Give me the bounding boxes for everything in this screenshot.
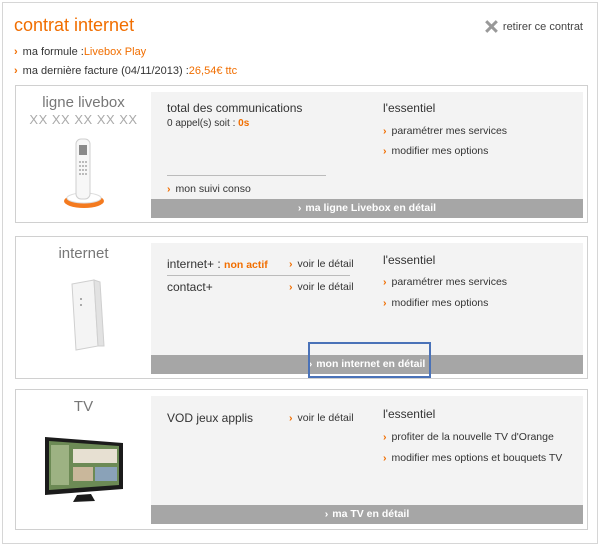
tv-detail-button[interactable]: › ma TV en détail <box>151 505 583 524</box>
chevron-right-icon: › <box>289 258 293 270</box>
tv-detail-label: ma TV en détail <box>332 508 410 520</box>
card-tv-name: TV <box>73 398 94 415</box>
livebox-detail-label: ma ligne Livebox en détail <box>305 202 437 214</box>
essentiel-heading: l'essentiel <box>383 407 436 421</box>
chevron-right-icon: › <box>383 431 387 443</box>
card-livebox-left: ligne livebox XX XX XX XX XX <box>16 86 151 222</box>
contract-container: contrat internet retirer ce contrat › ma … <box>2 2 598 544</box>
livebox-detail-button[interactable]: › ma ligne Livebox en détail <box>151 199 583 218</box>
new-tv-link[interactable]: › profiter de la nouvelle TV d'Orange <box>383 431 554 443</box>
parametrer-services-link[interactable]: › paramétrer mes services <box>383 276 507 288</box>
chevron-right-icon: › <box>297 202 302 214</box>
modifier-options-link[interactable]: › modifier mes options <box>383 297 488 309</box>
chevron-right-icon: › <box>383 125 387 137</box>
highlight-box <box>308 342 431 378</box>
comm-summary: 0 appel(s) soit : 0s <box>167 118 249 129</box>
chevron-right-icon: › <box>289 412 293 424</box>
card-livebox-number: XX XX XX XX XX <box>29 112 138 127</box>
parametrer-services-link[interactable]: › paramétrer mes services <box>383 125 507 137</box>
internet-plus-detail-link[interactable]: › voir le détail <box>289 258 354 270</box>
card-livebox-panel: total des communications 0 appel(s) soit… <box>151 92 583 218</box>
essentiel-heading: l'essentiel <box>383 253 436 267</box>
chevron-right-icon: › <box>383 145 387 157</box>
contact-plus-detail-link[interactable]: › voir le détail <box>289 281 354 293</box>
television-icon <box>44 437 123 502</box>
contact-plus-detail-label: voir le détail <box>297 281 354 293</box>
chevron-right-icon: › <box>167 183 171 195</box>
modifier-options-label: modifier mes options <box>391 145 489 157</box>
vod-detail-label: voir le détail <box>297 412 354 424</box>
card-tv-left: TV <box>16 390 151 529</box>
divider <box>167 175 326 176</box>
vod-label: VOD jeux applis <box>167 411 254 425</box>
modifier-bouquets-link[interactable]: › modifier mes options et bouquets TV <box>383 452 562 464</box>
cordless-phone-icon <box>63 138 104 208</box>
suivi-conso-label: mon suivi conso <box>175 183 251 195</box>
page-title: contrat internet <box>14 15 135 35</box>
contact-plus-label: contact+ <box>167 280 213 294</box>
chevron-right-icon: › <box>324 508 329 520</box>
parametrer-services-label: paramétrer mes services <box>391 276 508 288</box>
card-tv-panel: VOD jeux applis › voir le détail l'essent… <box>151 396 583 524</box>
comm-value: 0s <box>238 118 250 129</box>
invoice-value: 26,54€ ttc <box>188 65 238 77</box>
chevron-right-icon: › <box>14 65 18 77</box>
invoice-info: › ma dernière facture (04/11/2013) :26,54… <box>14 65 237 77</box>
card-internet-left: internet <box>16 237 151 378</box>
card-livebox: ligne livebox XX XX XX XX XX total des c… <box>15 85 588 223</box>
chevron-right-icon: › <box>383 276 387 288</box>
comm-title: total des communications <box>167 101 303 115</box>
suivi-conso-link[interactable]: › mon suivi conso <box>167 183 251 195</box>
new-tv-label: profiter de la nouvelle TV d'Orange <box>391 431 554 443</box>
card-internet-name: internet <box>58 245 109 262</box>
chevron-right-icon: › <box>14 46 18 58</box>
essentiel-heading: l'essentiel <box>383 101 436 115</box>
modifier-options-label: modifier mes options <box>391 297 489 309</box>
remove-contract-label: retirer ce contrat <box>502 20 583 33</box>
livebox-router-icon <box>70 279 105 351</box>
vod-detail-link[interactable]: › voir le détail <box>289 412 354 424</box>
internet-plus-row: internet+ : non actif <box>167 257 268 271</box>
card-internet: internet internet+ : non actif › voir le … <box>15 236 588 379</box>
chevron-right-icon: › <box>383 452 387 464</box>
card-livebox-name: ligne livebox <box>42 94 125 111</box>
internet-plus-label: internet+ : <box>167 257 221 271</box>
invoice-label: ma dernière facture (04/11/2013) : <box>22 65 189 77</box>
remove-contract-button[interactable]: retirer ce contrat <box>485 20 583 33</box>
modifier-options-link[interactable]: › modifier mes options <box>383 145 488 157</box>
close-icon <box>485 20 498 33</box>
comm-text: 0 appel(s) soit : <box>167 118 236 129</box>
card-tv: TV VOD jeux applis › voir le détail l'ess… <box>15 389 588 530</box>
chevron-right-icon: › <box>383 297 387 309</box>
formula-value: Livebox Play <box>83 46 147 58</box>
formula-label: ma formule : <box>22 46 84 58</box>
internet-plus-status: non actif <box>224 259 268 271</box>
chevron-right-icon: › <box>289 281 293 293</box>
modifier-bouquets-label: modifier mes options et bouquets TV <box>391 452 563 464</box>
divider <box>167 275 350 276</box>
internet-plus-detail-label: voir le détail <box>297 258 354 270</box>
parametrer-services-label: paramétrer mes services <box>391 125 508 137</box>
formula-info: › ma formule :Livebox Play <box>14 46 146 58</box>
